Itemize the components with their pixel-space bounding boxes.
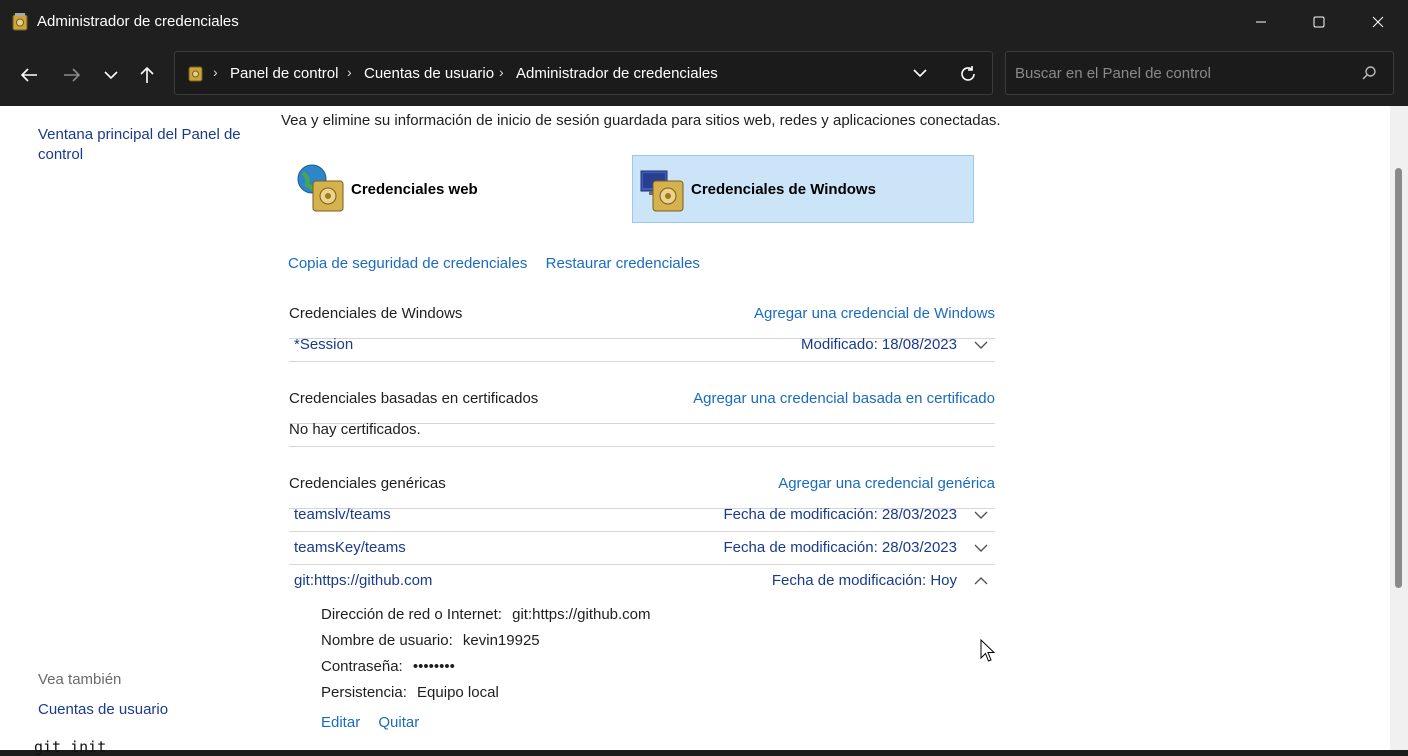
credential-row-teamslv[interactable]: teamslv/teams Fecha de modificación: 28/… [289,499,995,532]
detail-password: Contraseña: •••••••• [321,658,455,675]
title-bar: Administrador de credenciales [0,0,1408,44]
back-button[interactable] [14,60,44,90]
credential-manager-window: Administrador de credenciales › Panel de… [0,0,1408,756]
user-accounts-link[interactable]: Cuentas de usuario [38,700,168,720]
minimize-button[interactable] [1232,0,1290,44]
edit-credential-link[interactable]: Editar [321,714,360,731]
window-title: Administrador de credenciales [37,13,239,30]
remove-credential-link[interactable]: Quitar [378,714,419,731]
credential-row-github[interactable]: git:https://github.com Fecha de modifica… [289,565,995,598]
add-certificate-credential-link[interactable]: Agregar una credencial basada en certifi… [693,390,995,407]
credential-modified: Fecha de modificación: 28/03/2023 [723,506,958,523]
web-credentials-tile[interactable]: Credenciales web [293,155,635,223]
chevron-down-icon[interactable] [973,509,989,521]
add-windows-credential-link[interactable]: Agregar una credencial de Windows [754,305,995,322]
restore-credentials-link[interactable]: Restaurar credenciales [546,255,700,272]
search-box[interactable] [1005,51,1394,95]
arrow-up-icon [140,66,154,83]
backup-credentials-link[interactable]: Copia de seguridad de credenciales [288,255,527,272]
forward-button[interactable] [57,60,87,90]
no-certificates-text: No hay certificados. [289,421,421,438]
recent-locations-button[interactable] [96,60,126,90]
main-pane: Vea y elimine su información de inicio d… [281,106,1001,750]
search-input[interactable] [1015,62,1345,84]
content-area: Ventana principal del Panel de control V… [0,106,1390,750]
minimize-icon [1256,21,1266,23]
chevron-down-icon [104,71,118,80]
credential-name: git:https://github.com [294,572,433,589]
section-title: Credenciales genéricas [289,475,446,492]
credential-modified: Fecha de modificación: Hoy [771,572,957,589]
arrow-right-icon [64,68,81,82]
credential-row-session[interactable]: *Session Modificado: 18/08/2023 [289,329,995,362]
breadcrumb-control-panel[interactable]: Panel de control [230,65,338,82]
left-pane: Ventana principal del Panel de control V… [0,106,260,750]
mouse-cursor-icon [980,639,996,662]
detail-persistence: Persistencia: Equipo local [321,684,499,701]
detail-username: Nombre de usuario: kevin19925 [321,632,540,649]
refresh-icon[interactable] [959,65,977,83]
credential-vault-icon [12,13,28,31]
background-terminal-text: git init [34,738,107,756]
computer-vault-icon [640,170,684,212]
add-generic-credential-link[interactable]: Agregar una credencial genérica [778,475,995,492]
search-icon[interactable] [1361,65,1377,81]
intro-text: Vea y elimine su información de inicio d… [281,112,1001,129]
scrollbar-thumb[interactable] [1395,168,1402,588]
close-icon [1372,16,1384,28]
chevron-right-icon: › [213,64,218,80]
credential-name: teamsKey/teams [294,539,406,556]
section-title: Credenciales de Windows [289,305,463,322]
chevron-down-icon[interactable] [913,68,927,78]
credential-modified: Modificado: 18/08/2023 [801,336,957,353]
see-also-heading: Vea también [38,671,122,688]
close-button[interactable] [1349,0,1407,44]
vertical-scrollbar[interactable] [1390,106,1408,750]
maximize-icon [1313,16,1325,28]
breadcrumb-credential-manager[interactable]: Administrador de credenciales [516,65,718,82]
no-certificates-row: No hay certificados. [289,414,995,447]
credential-name: teamslv/teams [294,506,391,523]
address-bar[interactable]: › Panel de control › Cuentas de usuario … [174,51,993,95]
credential-row-teamskey[interactable]: teamsKey/teams Fecha de modificación: 28… [289,532,995,565]
navigation-bar: › Panel de control › Cuentas de usuario … [0,44,1408,106]
credential-vault-icon [188,66,203,82]
arrow-left-icon [20,68,37,82]
control-panel-home-link[interactable]: Ventana principal del Panel de control [38,125,253,165]
chevron-down-icon[interactable] [973,339,989,351]
credential-modified: Fecha de modificación: 28/03/2023 [723,539,958,556]
up-button[interactable] [132,60,162,90]
credential-name: *Session [294,336,354,353]
web-credentials-label: Credenciales web [351,180,478,198]
credential-actions: Editar Quitar [321,714,433,731]
breadcrumb-user-accounts[interactable]: Cuentas de usuario [364,65,494,82]
windows-credentials-label: Credenciales de Windows [691,180,876,198]
chevron-right-icon: › [499,64,504,80]
backup-restore-links: Copia de seguridad de credenciales Resta… [288,255,700,272]
windows-credentials-tile[interactable]: Credenciales de Windows [632,155,974,223]
maximize-button[interactable] [1290,0,1348,44]
section-title: Credenciales basadas en certificados [289,390,539,407]
chevron-down-icon[interactable] [973,542,989,554]
detail-address: Dirección de red o Internet: git:https:/… [321,606,651,623]
chevron-up-icon[interactable] [973,575,989,587]
chevron-right-icon: › [347,64,352,80]
globe-vault-icon [297,164,344,212]
